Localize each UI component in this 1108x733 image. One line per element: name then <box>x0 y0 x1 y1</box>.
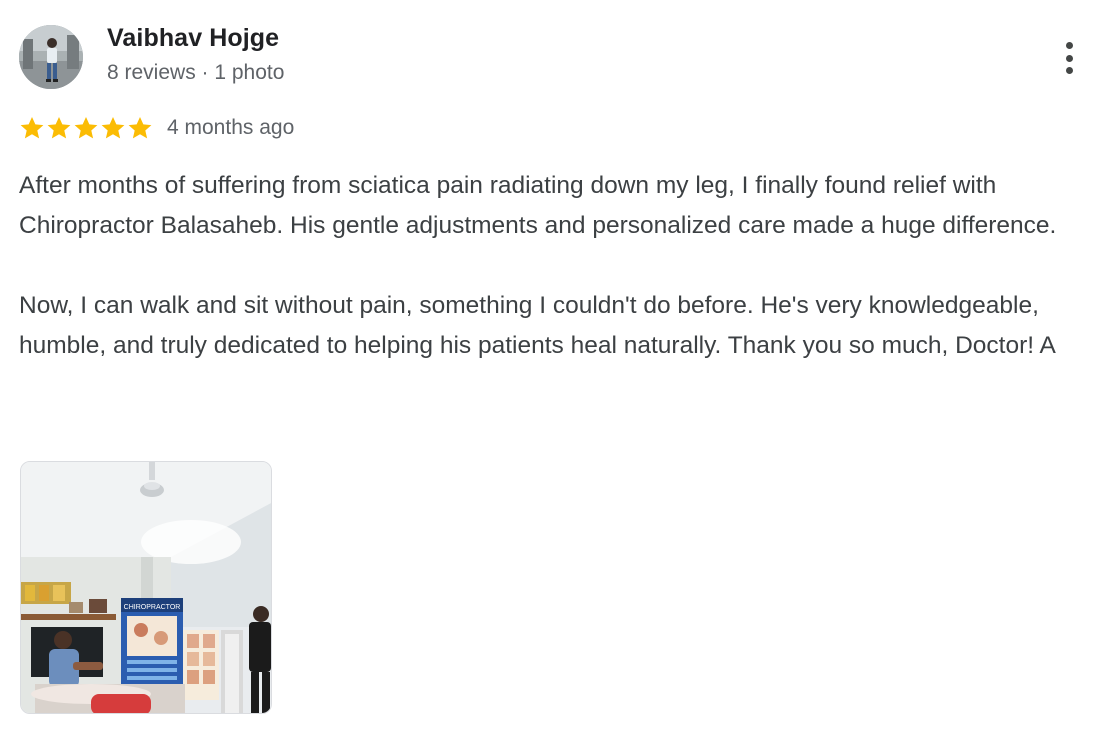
reviewer-avatar[interactable] <box>19 25 83 89</box>
reviewer-name[interactable]: Vaibhav Hojge <box>107 24 279 53</box>
review-text: After months of suffering from sciatica … <box>19 166 1104 366</box>
more-options-button[interactable] <box>1052 38 1086 78</box>
review-paragraph: After months of suffering from sciatica … <box>19 172 1057 239</box>
star-icon <box>101 116 125 139</box>
rating-row: 4 months ago <box>19 113 294 143</box>
star-icon <box>74 116 98 139</box>
reviewer-meta[interactable]: 8 reviews · 1 photo <box>107 61 284 85</box>
clinic-photo-image: CHIROPRACTOR <box>21 462 271 713</box>
more-vert-icon-dot <box>1065 54 1073 62</box>
review-photo[interactable]: CHIROPRACTOR <box>20 461 272 714</box>
review-timestamp: 4 months ago <box>167 116 295 139</box>
person-avatar-icon <box>19 25 83 89</box>
more-vert-icon <box>1065 42 1073 49</box>
more-vert-icon-dot <box>1065 67 1073 74</box>
star-icon <box>20 116 44 139</box>
star-icon <box>47 116 71 139</box>
poster-text: CHIROPRACTOR <box>124 604 181 611</box>
star-icon <box>128 116 152 139</box>
review-paragraph: Now, I can walk and sit without pain, so… <box>19 292 1056 359</box>
star-rating <box>19 115 153 141</box>
